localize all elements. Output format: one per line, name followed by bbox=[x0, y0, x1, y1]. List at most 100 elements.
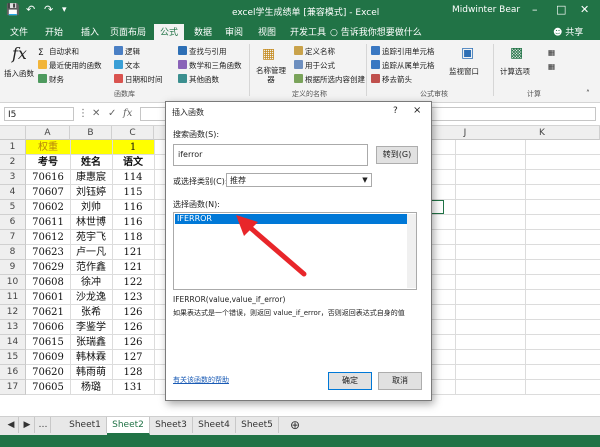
scroll-right-icon[interactable]: ▶ bbox=[20, 417, 35, 433]
row-header[interactable]: 1 bbox=[0, 140, 26, 155]
use-in-formula-button[interactable]: 用于公式 bbox=[294, 60, 335, 71]
category-select[interactable]: 推荐 bbox=[226, 173, 372, 187]
cell[interactable]: 115 bbox=[112, 185, 154, 200]
dialog-close-button[interactable]: × bbox=[413, 105, 421, 116]
tab-view[interactable]: 视图 bbox=[258, 25, 276, 38]
cell[interactable]: 70611 bbox=[26, 215, 70, 230]
row-header[interactable]: 15 bbox=[0, 350, 26, 365]
cell[interactable]: 70609 bbox=[26, 350, 70, 365]
save-icon[interactable]: 💾 bbox=[6, 4, 20, 16]
insert-function-icon[interactable]: fx bbox=[12, 44, 27, 63]
calc-options-button[interactable]: 计算选项 bbox=[500, 66, 530, 77]
ok-button[interactable]: 确定 bbox=[328, 372, 372, 390]
row-header[interactable]: 4 bbox=[0, 185, 26, 200]
column-header[interactable]: C bbox=[112, 126, 154, 140]
math-button[interactable]: 数学和三角函数 bbox=[178, 60, 242, 71]
cell[interactable]: 118 bbox=[112, 230, 154, 245]
add-sheet-icon[interactable]: ⊕ bbox=[286, 417, 304, 433]
row-header[interactable]: 2 bbox=[0, 155, 26, 170]
cell[interactable]: 刘帅 bbox=[70, 200, 112, 215]
collapse-ribbon-icon[interactable]: ˄ bbox=[586, 89, 590, 98]
undo-icon[interactable]: ↶ bbox=[26, 4, 35, 16]
cell[interactable]: 70601 bbox=[26, 290, 70, 305]
cell[interactable]: 121 bbox=[112, 245, 154, 260]
financial-button[interactable]: 财务 bbox=[38, 74, 64, 85]
cell[interactable]: 70605 bbox=[26, 380, 70, 395]
redo-icon[interactable]: ↷ bbox=[44, 4, 53, 16]
cell[interactable]: 70621 bbox=[26, 305, 70, 320]
cell[interactable]: 徐冲 bbox=[70, 275, 112, 290]
chevron-down-icon[interactable]: ▼ bbox=[359, 174, 371, 186]
column-header[interactable]: K bbox=[535, 126, 549, 140]
name-manager-icon[interactable]: ▦ bbox=[262, 46, 275, 62]
cell[interactable]: 张瑞鑫 bbox=[70, 335, 112, 350]
watch-window-icon[interactable]: ▣ bbox=[461, 45, 474, 61]
cell[interactable]: 114 bbox=[112, 170, 154, 185]
trace-dependents-button[interactable]: 追踪从属单元格 bbox=[371, 60, 435, 71]
cell[interactable]: 131 bbox=[112, 380, 154, 395]
search-function-input[interactable]: iferror bbox=[173, 144, 368, 166]
sheet-tab-5[interactable]: Sheet5 bbox=[236, 417, 279, 433]
select-all-corner[interactable] bbox=[0, 126, 26, 140]
cell[interactable]: 70602 bbox=[26, 200, 70, 215]
trace-precedents-button[interactable]: 追踪引用单元格 bbox=[371, 46, 435, 57]
tab-page-layout[interactable]: 页面布局 bbox=[110, 25, 146, 38]
cell[interactable]: 沙龙逸 bbox=[70, 290, 112, 305]
tab-developer[interactable]: 开发工具 bbox=[290, 25, 326, 38]
cell[interactable]: 70606 bbox=[26, 320, 70, 335]
cell[interactable]: 韩林霖 bbox=[70, 350, 112, 365]
cancel-button[interactable]: 取消 bbox=[378, 372, 422, 390]
row-header[interactable]: 11 bbox=[0, 290, 26, 305]
column-header[interactable]: B bbox=[70, 126, 112, 140]
text-button[interactable]: 文本 bbox=[114, 60, 140, 71]
insert-function-button[interactable]: 插入函数 bbox=[4, 68, 34, 79]
cell[interactable]: 70615 bbox=[26, 335, 70, 350]
close-window-icon[interactable]: ✕ bbox=[580, 3, 589, 16]
quick-access-dropdown-icon[interactable]: ▾ bbox=[62, 4, 67, 16]
sheet-tab-3[interactable]: Sheet3 bbox=[150, 417, 193, 433]
recent-functions-button[interactable]: 最近使用的函数 bbox=[38, 60, 102, 71]
cell[interactable]: 70616 bbox=[26, 170, 70, 185]
more-sheets-icon[interactable]: … bbox=[36, 417, 51, 433]
cell[interactable]: 70623 bbox=[26, 245, 70, 260]
tell-me-search[interactable]: ○ 告诉我你想要做什么 bbox=[330, 25, 422, 38]
column-header[interactable]: J bbox=[460, 126, 470, 140]
cell[interactable]: 姓名 bbox=[70, 155, 112, 170]
other-functions-button[interactable]: 其他函数 bbox=[178, 74, 219, 85]
cell[interactable]: 126 bbox=[112, 320, 154, 335]
cell[interactable]: 考号 bbox=[26, 155, 70, 170]
cell[interactable]: 122 bbox=[112, 275, 154, 290]
cell[interactable]: 康惠宸 bbox=[70, 170, 112, 185]
enter-icon[interactable]: ✓ bbox=[108, 108, 116, 119]
tab-home[interactable]: 开始 bbox=[45, 25, 63, 38]
cell[interactable]: 70608 bbox=[26, 275, 70, 290]
row-header[interactable]: 5 bbox=[0, 200, 26, 215]
column-header[interactable]: A bbox=[26, 126, 70, 140]
cell[interactable]: 1 bbox=[112, 140, 154, 155]
row-header[interactable]: 8 bbox=[0, 245, 26, 260]
row-header[interactable]: 10 bbox=[0, 275, 26, 290]
dialog-help-button[interactable]: ? bbox=[393, 106, 398, 116]
cell[interactable]: 杨璐 bbox=[70, 380, 112, 395]
cell[interactable]: 权重 bbox=[26, 140, 70, 155]
remove-arrows-button[interactable]: 移去箭头 bbox=[371, 74, 412, 85]
row-header[interactable]: 7 bbox=[0, 230, 26, 245]
tab-review[interactable]: 审阅 bbox=[225, 25, 243, 38]
sheet-tab-1[interactable]: Sheet1 bbox=[64, 417, 107, 433]
cell[interactable]: 126 bbox=[112, 305, 154, 320]
cell[interactable]: 语文 bbox=[112, 155, 154, 170]
cell[interactable]: 卢一凡 bbox=[70, 245, 112, 260]
cell[interactable]: 刘钰婷 bbox=[70, 185, 112, 200]
cell[interactable]: 127 bbox=[112, 350, 154, 365]
cell[interactable]: 70612 bbox=[26, 230, 70, 245]
fx-icon[interactable]: fx bbox=[123, 108, 132, 119]
user-name[interactable]: Midwinter Bear bbox=[452, 5, 520, 15]
tab-insert[interactable]: 插入 bbox=[81, 25, 99, 38]
cell[interactable]: 70620 bbox=[26, 365, 70, 380]
row-header[interactable]: 14 bbox=[0, 335, 26, 350]
share-button[interactable]: ☻ 共享 bbox=[553, 25, 583, 38]
define-name-button[interactable]: 定义名称 bbox=[294, 46, 335, 57]
name-manager-button[interactable]: 名称管理器 bbox=[255, 66, 287, 84]
name-box[interactable]: I5 bbox=[4, 107, 74, 121]
row-header[interactable]: 16 bbox=[0, 365, 26, 380]
